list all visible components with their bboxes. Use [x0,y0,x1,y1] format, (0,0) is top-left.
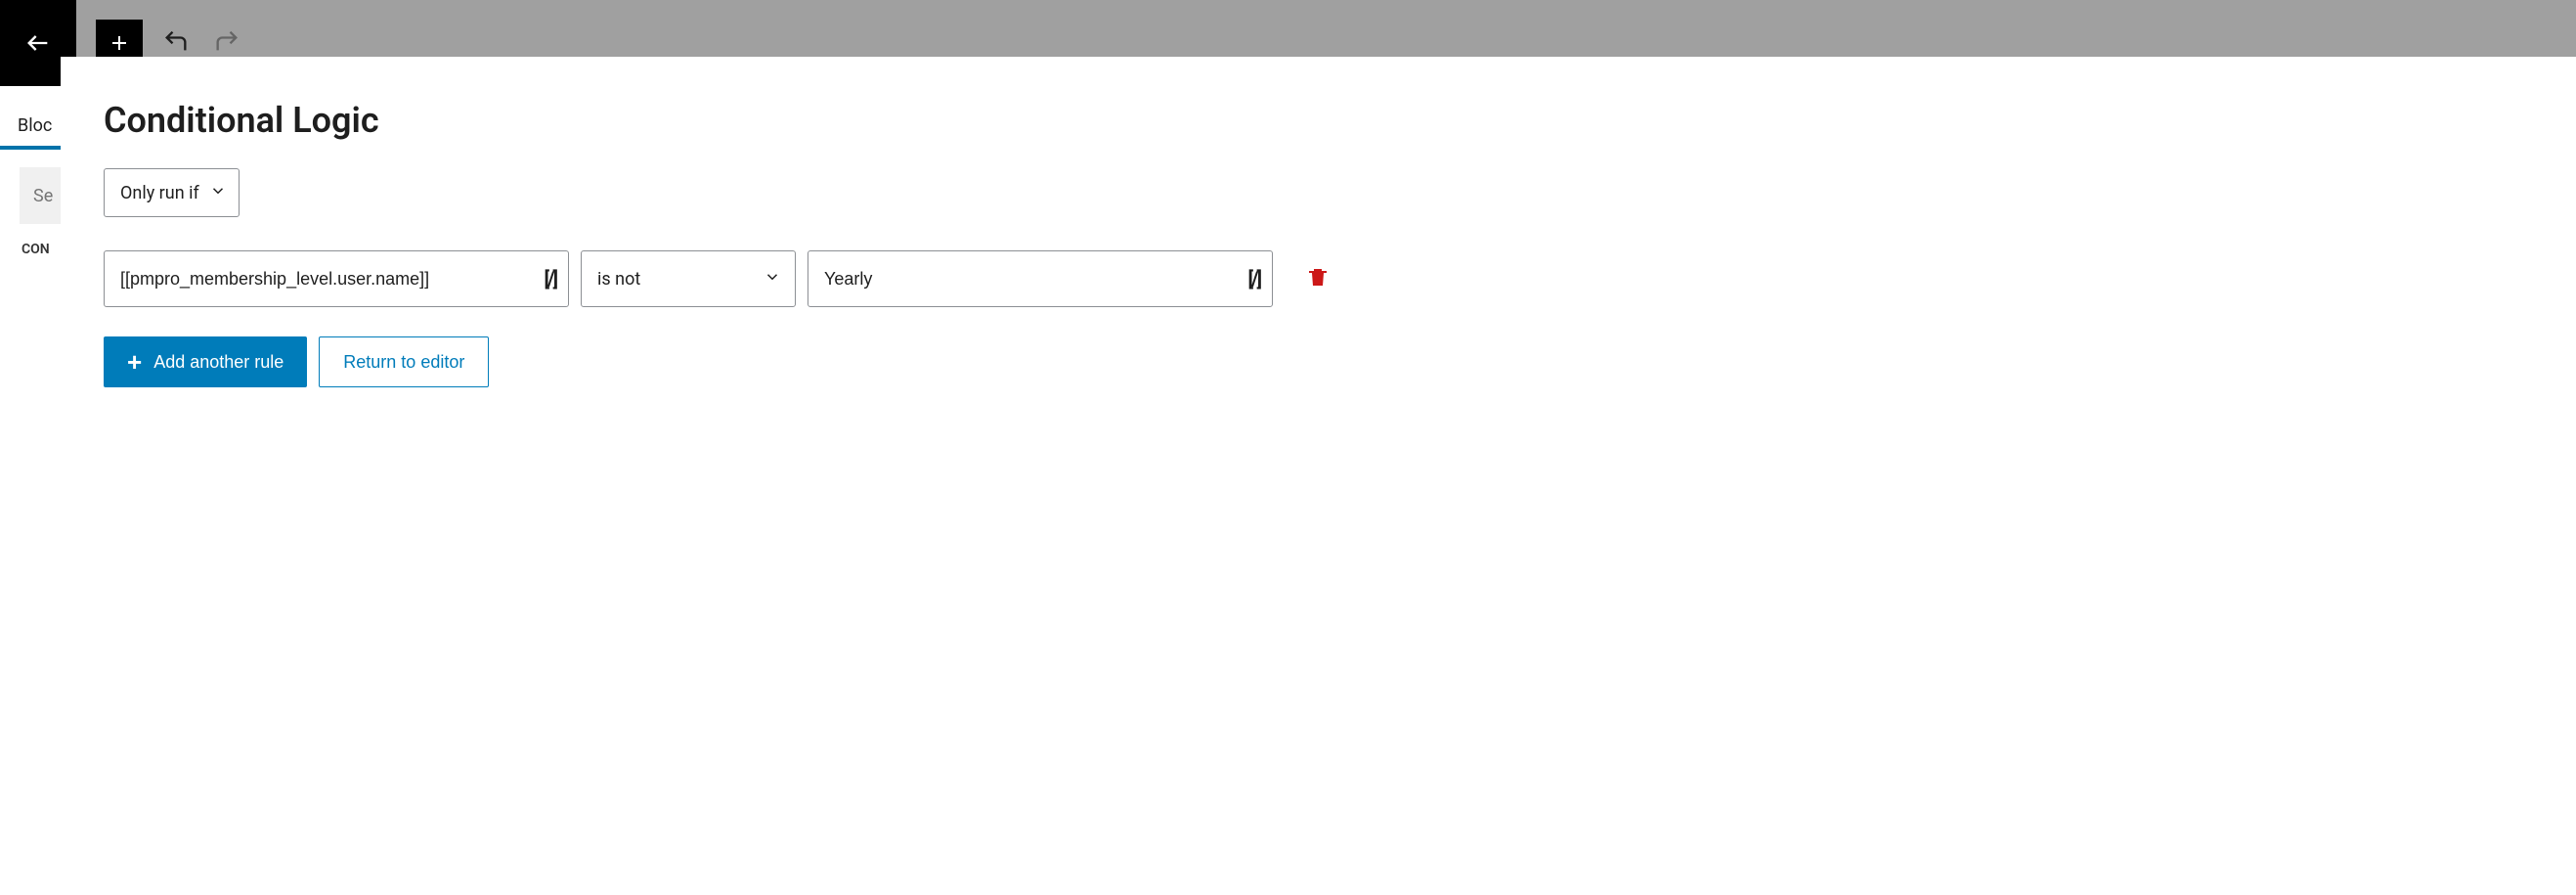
run-mode-value: Only run if [120,183,199,203]
section-label-conditional: CON [22,242,61,257]
chevron-down-icon [209,182,227,204]
redo-icon [213,27,240,55]
add-rule-label: Add another rule [153,352,284,373]
rule-value-input[interactable] [808,251,1272,306]
page-title: Conditional Logic [104,100,2533,141]
plus-icon [108,31,131,55]
conditional-logic-panel: Conditional Logic Only run if [/] is not… [61,57,2576,895]
rule-operator-select[interactable]: is not [581,250,796,307]
block-search-input[interactable]: Se [20,167,61,224]
run-mode-select[interactable]: Only run if [104,168,240,217]
delete-rule-button[interactable] [1306,265,1330,292]
redo-button[interactable] [213,27,240,59]
rule-row: [/] is not [/] [104,250,2533,307]
rule-field-input[interactable] [105,251,568,306]
undo-button[interactable] [162,27,190,59]
shortcode-icon[interactable]: [/] [1248,267,1261,291]
chevron-down-icon [764,268,781,290]
rule-operator-value: is not [582,269,640,290]
rule-field-input-wrap: [/] [104,250,569,307]
arrow-left-icon [24,29,52,57]
undo-icon [162,27,190,55]
button-row: + Add another rule Return to editor [104,336,2533,387]
return-to-editor-button[interactable]: Return to editor [319,336,489,387]
trash-icon [1306,265,1330,289]
tab-block[interactable]: Bloc [0,106,61,150]
add-rule-button[interactable]: + Add another rule [104,336,307,387]
rule-value-input-wrap: [/] [808,250,1273,307]
shortcode-icon[interactable]: [/] [545,267,557,291]
editor-sidebar: Bloc Se CON [0,86,61,895]
